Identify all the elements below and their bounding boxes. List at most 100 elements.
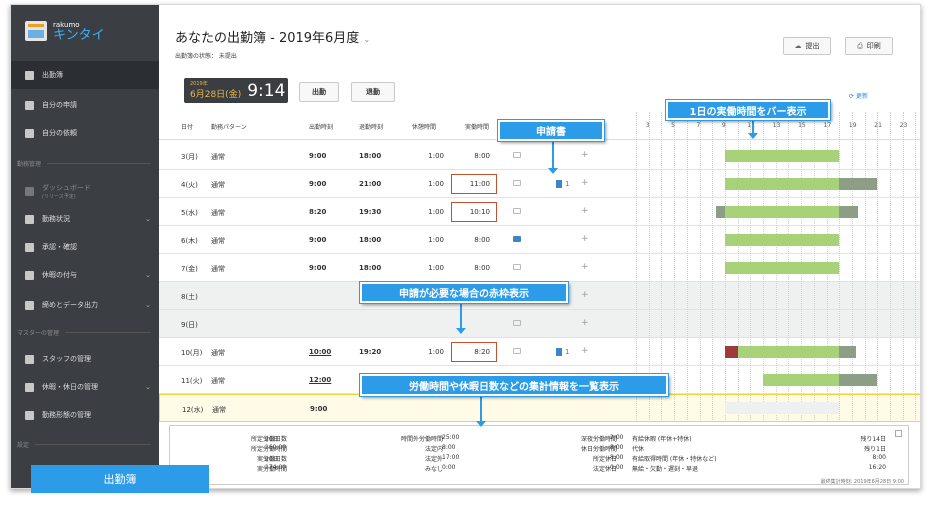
sidebar-item-leave-grant[interactable]: 休暇の付与 ⌄ bbox=[11, 261, 159, 289]
sidebar-item-holidays[interactable]: 休暇・休日の管理 ⌄ bbox=[11, 373, 159, 401]
refresh-button[interactable]: ⟳ 更新 bbox=[849, 91, 868, 100]
expand-icon[interactable] bbox=[895, 430, 902, 437]
memo-icon[interactable] bbox=[513, 152, 521, 158]
timeline-bar bbox=[724, 346, 738, 358]
timeline-bar bbox=[724, 234, 840, 246]
callout-bar: 1日の実働時間をバー表示 bbox=[666, 100, 830, 120]
clock-out-button[interactable]: 退勤 bbox=[351, 82, 395, 102]
add-request-icon[interactable]: + bbox=[581, 178, 589, 188]
clock-out-cell[interactable]: 18:00 bbox=[359, 264, 381, 272]
clock-out-cell[interactable]: 19:30 bbox=[359, 208, 381, 216]
status-icon bbox=[25, 214, 34, 224]
summary-value: 174:00 bbox=[265, 464, 287, 471]
callout-arrow bbox=[476, 396, 486, 427]
attendance-icon bbox=[25, 70, 34, 80]
work-time-cell[interactable]: 10:10 bbox=[450, 208, 490, 216]
timeline-gridline bbox=[686, 112, 688, 420]
memo-icon[interactable] bbox=[513, 180, 521, 186]
clock-in-cell[interactable]: 9:00 bbox=[309, 236, 326, 244]
clock-in-cell[interactable]: 8:20 bbox=[309, 208, 326, 216]
clock-out-cell[interactable]: 21:00 bbox=[359, 180, 381, 188]
chevron-down-icon[interactable]: ⌄ bbox=[363, 35, 370, 44]
clock-in-cell[interactable]: 9:00 bbox=[309, 180, 326, 188]
pattern-icon bbox=[25, 410, 34, 420]
sidebar-item-work-status[interactable]: 勤務状況 ⌄ bbox=[11, 205, 159, 233]
main-content: あなたの出勤簿 - 2019年6月度 ⌄ 出勤簿の状態： 未提出 ☁ 提出 ⎙ 印刷… bbox=[159, 5, 920, 488]
request-document-icon[interactable] bbox=[556, 348, 562, 356]
memo-icon[interactable] bbox=[513, 236, 521, 242]
timeline-tick: 3 bbox=[645, 122, 650, 129]
clock-in-cell[interactable]: 9:00 bbox=[309, 152, 326, 160]
work-time-cell[interactable]: 8:00 bbox=[450, 264, 490, 272]
add-request-icon[interactable]: + bbox=[581, 150, 589, 160]
pattern-cell: 通常 bbox=[211, 349, 225, 357]
section-label-management: 勤務管理 bbox=[11, 158, 159, 168]
approval-icon bbox=[25, 242, 34, 252]
submit-button[interactable]: ☁ 提出 bbox=[783, 37, 831, 55]
clock-out-cell[interactable]: 18:00 bbox=[359, 152, 381, 160]
summary-value: 残り14日 bbox=[860, 436, 886, 443]
summary-label: 無給・欠勤・遅刻・早退 bbox=[632, 466, 699, 473]
handshake-icon bbox=[25, 128, 34, 138]
memo-icon[interactable] bbox=[513, 348, 521, 354]
memo-icon[interactable] bbox=[513, 208, 521, 214]
clock-in-cell[interactable]: 12:00 bbox=[309, 376, 331, 384]
sidebar-item-dashboard[interactable]: ダッシュボード (リリース予定) bbox=[11, 177, 159, 205]
add-request-icon[interactable]: + bbox=[581, 346, 589, 356]
sidebar-item-approval[interactable]: 承認・確認 bbox=[11, 233, 159, 261]
caption-tab: 出勤簿 bbox=[31, 465, 209, 493]
sidebar-item-my-requests[interactable]: 自分の申請 bbox=[11, 91, 159, 119]
work-time-cell[interactable]: 8:00 bbox=[450, 236, 490, 244]
add-request-icon[interactable]: + bbox=[581, 290, 589, 300]
clock-in-button[interactable]: 出勤 bbox=[299, 82, 339, 102]
sidebar-item-closing-export[interactable]: 締めとデータ出力 ⌄ bbox=[11, 291, 159, 319]
memo-icon[interactable] bbox=[513, 320, 521, 326]
summary-panel: 最終集計時刻: 2019年6月28日 9:00 所定労働日数 20日 所定労働時間 1… bbox=[169, 425, 909, 485]
document-icon bbox=[25, 100, 34, 110]
sidebar: rakumo キンタイ 出勤簿 自分の申請 自分の依頼 勤務管理 ダッシュボード… bbox=[11, 5, 159, 488]
pattern-cell: 通常 bbox=[211, 153, 225, 161]
app-logo[interactable]: rakumo キンタイ bbox=[11, 5, 159, 57]
pattern-cell: 通常 bbox=[212, 406, 226, 414]
sidebar-item-my-asks[interactable]: 自分の依頼 bbox=[11, 119, 159, 147]
work-time-cell[interactable]: 8:20 bbox=[450, 348, 490, 356]
summary-value: 17:00 bbox=[442, 454, 460, 461]
add-request-icon[interactable]: + bbox=[581, 234, 589, 244]
sidebar-item-attendance[interactable]: 出勤簿 bbox=[11, 61, 159, 89]
sidebar-item-work-patterns[interactable]: 勤務形態の管理 bbox=[11, 401, 159, 429]
refresh-icon: ⟳ bbox=[849, 93, 855, 100]
timeline-bar bbox=[839, 374, 878, 386]
timeline-bar bbox=[839, 206, 859, 218]
export-icon bbox=[25, 300, 34, 310]
summary-label: 法定休日 bbox=[592, 466, 617, 473]
add-request-icon[interactable]: + bbox=[581, 206, 589, 216]
clock-out-cell[interactable]: 19:20 bbox=[359, 348, 381, 356]
timeline-bar bbox=[724, 206, 840, 218]
summary-label: 有給休暇 (年休+特休) bbox=[632, 436, 692, 443]
print-button[interactable]: ⎙ 印刷 bbox=[845, 37, 893, 55]
request-document-icon[interactable] bbox=[556, 180, 562, 188]
memo-icon[interactable] bbox=[513, 264, 521, 270]
col-date: 日付 bbox=[181, 124, 194, 131]
work-time-cell[interactable]: 8:00 bbox=[450, 152, 490, 160]
timeline-tick: 23 bbox=[899, 122, 908, 129]
date-cell: 3(月) bbox=[181, 153, 198, 161]
request-count: 1 bbox=[565, 180, 570, 188]
app-window: rakumo キンタイ 出勤簿 自分の申請 自分の依頼 勤務管理 ダッシュボード… bbox=[10, 4, 921, 489]
dashboard-icon bbox=[25, 186, 34, 196]
date-cell: 5(水) bbox=[181, 209, 198, 217]
clock-out-cell[interactable]: 18:00 bbox=[359, 236, 381, 244]
request-count: 1 bbox=[565, 348, 570, 356]
timeline-bar bbox=[724, 402, 840, 414]
break-cell: 1:00 bbox=[428, 348, 444, 356]
add-request-icon[interactable]: + bbox=[581, 318, 589, 328]
summary-value: 8:00 bbox=[610, 444, 624, 451]
add-request-icon[interactable]: + bbox=[581, 262, 589, 272]
clock-in-cell[interactable]: 10:00 bbox=[309, 348, 331, 356]
col-out: 退勤時刻 bbox=[359, 124, 384, 131]
summary-value: 8:00 bbox=[442, 444, 456, 451]
clock-in-cell[interactable]: 9:00 bbox=[309, 264, 326, 272]
work-time-cell[interactable]: 11:00 bbox=[450, 180, 490, 188]
sidebar-item-staff[interactable]: スタッフの管理 bbox=[11, 345, 159, 373]
clock-in-cell[interactable]: 9:00 bbox=[310, 405, 327, 413]
